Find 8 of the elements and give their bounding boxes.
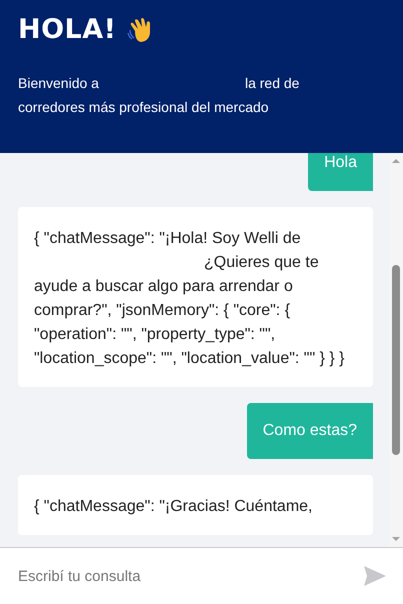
user-message: Como estas? [246,403,373,459]
scroll-thumb[interactable] [392,265,400,455]
welcome-text: Bienvenido a la red de corredores más profesional del mercado [18,74,300,117]
send-icon[interactable] [363,565,387,587]
greeting-title: HOLA! [18,14,116,45]
user-message: Hola [308,153,373,191]
message-text: { "chatMessage": "¡Hola! Soy Welli de ¿Quieres que te ayude a buscar algo para arrendar o comprar?", "jsonMemory": { "core": { "operation": "", "property_type": "", "location_scope": "", "location_value": "" } } } [34,229,346,369]
message-text: { "chatMessage": "¡Gracias! Cuéntame, [34,497,314,517]
